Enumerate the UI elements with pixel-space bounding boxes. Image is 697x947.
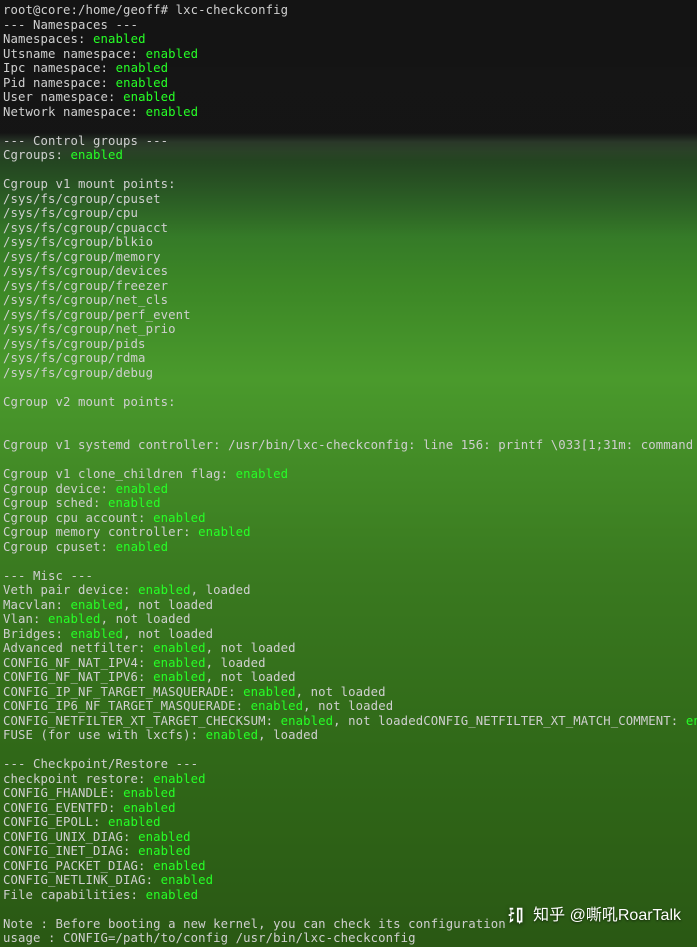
term-line: /sys/fs/cgroup/net_prio bbox=[3, 322, 694, 337]
term-line: /sys/fs/cgroup/blkio bbox=[3, 235, 694, 250]
term-line: Bridges: enabled, not loaded bbox=[3, 627, 694, 642]
term-line: /sys/fs/cgroup/cpuacct bbox=[3, 221, 694, 236]
term-line bbox=[3, 409, 694, 424]
term-line bbox=[3, 163, 694, 178]
term-line: CONFIG_NETFILTER_XT_TARGET_CHECKSUM: ena… bbox=[3, 714, 694, 729]
term-line: Namespaces: enabled bbox=[3, 32, 694, 47]
term-line: root@core:/home/geoff# lxc-checkconfig bbox=[3, 3, 694, 18]
term-line: Cgroup v1 systemd controller: /usr/bin/l… bbox=[3, 438, 694, 453]
term-line: Advanced netfilter: enabled, not loaded bbox=[3, 641, 694, 656]
term-line: CONFIG_UNIX_DIAG: enabled bbox=[3, 830, 694, 845]
terminal-output: root@core:/home/geoff# lxc-checkconfig--… bbox=[3, 3, 694, 946]
term-line: CONFIG_NETLINK_DIAG: enabled bbox=[3, 873, 694, 888]
term-line bbox=[3, 743, 694, 758]
term-line: Cgroup device: enabled bbox=[3, 482, 694, 497]
term-line: --- Checkpoint/Restore --- bbox=[3, 757, 694, 772]
term-line bbox=[3, 554, 694, 569]
term-line: --- Misc --- bbox=[3, 569, 694, 584]
watermark: 知乎 @嘶吼RoarTalk bbox=[505, 905, 681, 927]
zhihu-icon bbox=[505, 905, 527, 927]
term-line: Ipc namespace: enabled bbox=[3, 61, 694, 76]
term-line: /sys/fs/cgroup/cpu bbox=[3, 206, 694, 221]
term-line: Pid namespace: enabled bbox=[3, 76, 694, 91]
term-line: CONFIG_EPOLL: enabled bbox=[3, 815, 694, 830]
term-line: FUSE (for use with lxcfs): enabled, load… bbox=[3, 728, 694, 743]
term-line: /sys/fs/cgroup/net_cls bbox=[3, 293, 694, 308]
term-line bbox=[3, 453, 694, 468]
term-line: Utsname namespace: enabled bbox=[3, 47, 694, 62]
term-line: usage : CONFIG=/path/to/config /usr/bin/… bbox=[3, 931, 694, 946]
term-line: /sys/fs/cgroup/perf_event bbox=[3, 308, 694, 323]
term-line: CONFIG_NF_NAT_IPV4: enabled, loaded bbox=[3, 656, 694, 671]
term-line: CONFIG_FHANDLE: enabled bbox=[3, 786, 694, 801]
term-line: /sys/fs/cgroup/rdma bbox=[3, 351, 694, 366]
term-line: CONFIG_EVENTFD: enabled bbox=[3, 801, 694, 816]
term-line bbox=[3, 119, 694, 134]
term-line: Cgroup v1 mount points: bbox=[3, 177, 694, 192]
term-line: --- Control groups --- bbox=[3, 134, 694, 149]
term-line: User namespace: enabled bbox=[3, 90, 694, 105]
term-line: Cgroup memory controller: enabled bbox=[3, 525, 694, 540]
term-line: /sys/fs/cgroup/memory bbox=[3, 250, 694, 265]
term-line: /sys/fs/cgroup/freezer bbox=[3, 279, 694, 294]
term-line: Cgroups: enabled bbox=[3, 148, 694, 163]
term-line: Vlan: enabled, not loaded bbox=[3, 612, 694, 627]
term-line: CONFIG_IP6_NF_TARGET_MASQUERADE: enabled… bbox=[3, 699, 694, 714]
term-line: checkpoint restore: enabled bbox=[3, 772, 694, 787]
term-line: Cgroup cpu account: enabled bbox=[3, 511, 694, 526]
term-line: /sys/fs/cgroup/debug bbox=[3, 366, 694, 381]
term-line: Cgroup sched: enabled bbox=[3, 496, 694, 511]
term-line: /sys/fs/cgroup/devices bbox=[3, 264, 694, 279]
term-line: Cgroup v2 mount points: bbox=[3, 395, 694, 410]
term-line: Veth pair device: enabled, loaded bbox=[3, 583, 694, 598]
term-line bbox=[3, 424, 694, 439]
term-line: Network namespace: enabled bbox=[3, 105, 694, 120]
term-line bbox=[3, 380, 694, 395]
term-line: File capabilities: enabled bbox=[3, 888, 694, 903]
term-line: CONFIG_IP_NF_TARGET_MASQUERADE: enabled,… bbox=[3, 685, 694, 700]
term-line: /sys/fs/cgroup/cpuset bbox=[3, 192, 694, 207]
term-line: Cgroup v1 clone_children flag: enabled bbox=[3, 467, 694, 482]
watermark-text: 知乎 @嘶吼RoarTalk bbox=[533, 909, 681, 924]
term-line: /sys/fs/cgroup/pids bbox=[3, 337, 694, 352]
term-line: CONFIG_INET_DIAG: enabled bbox=[3, 844, 694, 859]
term-line: Cgroup cpuset: enabled bbox=[3, 540, 694, 555]
term-line: --- Namespaces --- bbox=[3, 18, 694, 33]
term-line: CONFIG_PACKET_DIAG: enabled bbox=[3, 859, 694, 874]
term-line: Macvlan: enabled, not loaded bbox=[3, 598, 694, 613]
term-line: CONFIG_NF_NAT_IPV6: enabled, not loaded bbox=[3, 670, 694, 685]
